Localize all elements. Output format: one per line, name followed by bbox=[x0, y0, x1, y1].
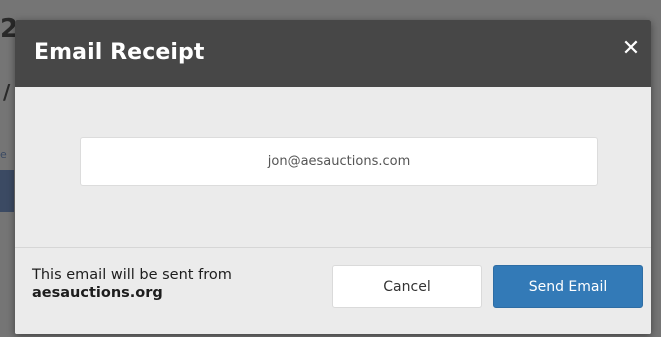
email-input[interactable] bbox=[80, 137, 598, 186]
close-icon[interactable]: ✕ bbox=[619, 35, 643, 63]
cancel-button[interactable]: Cancel bbox=[332, 265, 482, 308]
modal-body bbox=[15, 87, 651, 247]
modal-title: Email Receipt bbox=[34, 40, 205, 65]
background-text-fragment: / bbox=[3, 80, 11, 104]
modal-footer: This email will be sent from aesauctions… bbox=[15, 248, 651, 334]
sender-note-text: This email will be sent from bbox=[32, 267, 232, 283]
background-nav-bar bbox=[0, 170, 14, 212]
send-email-button[interactable]: Send Email bbox=[493, 265, 643, 308]
sender-domain: aesauctions.org bbox=[32, 285, 163, 301]
sender-note: This email will be sent from aesauctions… bbox=[32, 266, 232, 302]
modal-header: Email Receipt ✕ bbox=[15, 20, 651, 87]
background-link-fragment: e bbox=[0, 148, 7, 161]
email-receipt-modal: Email Receipt ✕ This email will be sent … bbox=[15, 20, 651, 334]
